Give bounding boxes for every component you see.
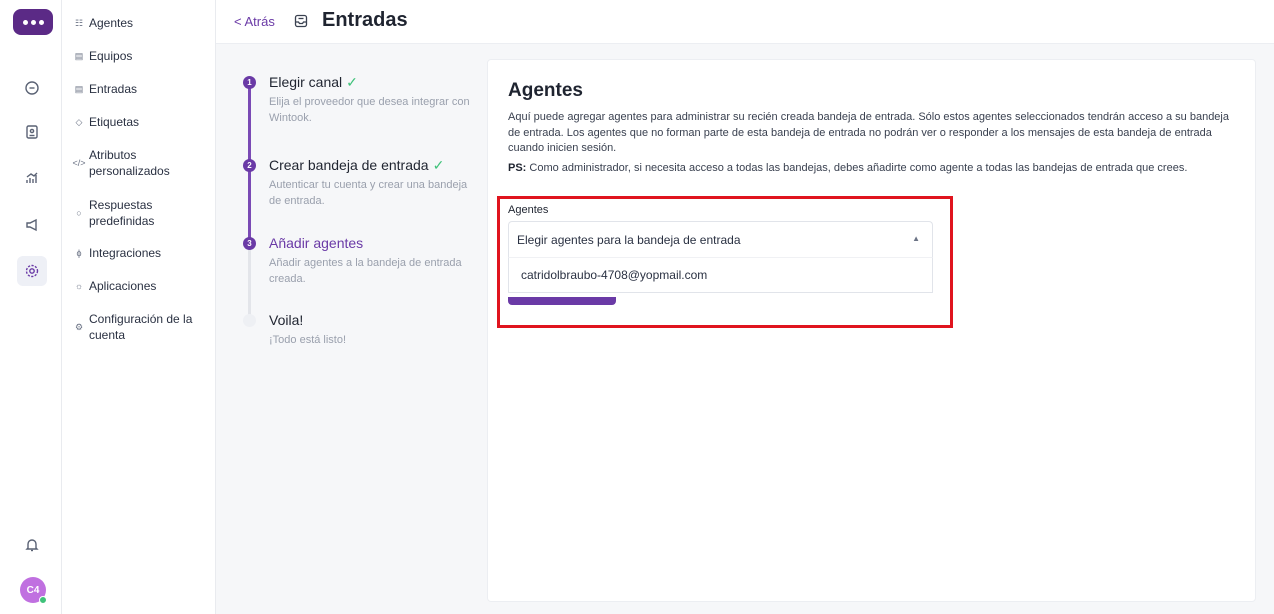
annotation-highlight-box bbox=[497, 196, 953, 328]
step-title: Elegir canal ✓ bbox=[269, 74, 358, 90]
integration-icon: ϕ bbox=[76, 248, 82, 258]
menu-item-equipos[interactable]: ▤ Equipos bbox=[74, 48, 210, 64]
step-number: 4 bbox=[243, 314, 256, 327]
user-avatar[interactable]: C4 bbox=[20, 577, 47, 604]
menu-item-label: Agentes bbox=[89, 16, 134, 30]
online-status-indicator bbox=[39, 596, 47, 604]
tag-icon: ◇ bbox=[75, 117, 83, 127]
apps-icon: ☼ bbox=[74, 281, 84, 291]
step-number: 1 bbox=[243, 76, 256, 89]
menu-item-label: Respuestas predefinidas bbox=[89, 198, 155, 228]
menu-item-label: Atributos personalizados bbox=[89, 148, 170, 178]
contacts-icon[interactable] bbox=[17, 117, 47, 147]
card-title: Agentes bbox=[508, 80, 583, 101]
menu-item-label: Aplicaciones bbox=[89, 279, 157, 293]
app-logo-icon[interactable] bbox=[13, 9, 53, 35]
step-number: 3 bbox=[243, 237, 256, 250]
primary-nav-rail: C4 bbox=[0, 0, 62, 614]
inbox-icon bbox=[294, 14, 308, 28]
page-title: Entradas bbox=[322, 9, 408, 31]
page-header: < Atrás Entradas bbox=[216, 0, 1274, 44]
menu-item-etiquetas[interactable]: ◇ Etiquetas bbox=[74, 114, 210, 130]
step-description: ¡Todo está listo! bbox=[269, 334, 347, 346]
check-icon: ✓ bbox=[346, 74, 358, 90]
settings-menu: ☷ Agentes ▤ Equipos ▤ Entradas ◇ Etiquet… bbox=[62, 0, 216, 614]
card-ps-note: PS: Como administrador, si necesita acce… bbox=[508, 161, 1243, 177]
canned-response-icon: ○ bbox=[76, 208, 82, 218]
step-description: Añadir agentes a la bandeja de entrada c… bbox=[269, 257, 462, 285]
notification-bell-icon[interactable] bbox=[17, 530, 47, 560]
menu-item-label: Entradas bbox=[89, 82, 138, 96]
ps-label: PS: bbox=[508, 162, 527, 174]
menu-item-aplicaciones[interactable]: ☼ Aplicaciones bbox=[74, 278, 210, 294]
avatar-initials: C4 bbox=[26, 584, 40, 596]
menu-item-label: Equipos bbox=[89, 49, 133, 63]
back-button[interactable]: < Atrás bbox=[234, 14, 275, 29]
settings-icon[interactable] bbox=[17, 256, 47, 286]
menu-item-respuestas[interactable]: ○ Respuestas predefinidas bbox=[74, 197, 210, 229]
menu-item-entradas[interactable]: ▤ Entradas bbox=[74, 81, 210, 97]
agents-card: Agentes Aquí puede agregar agentes para … bbox=[487, 59, 1256, 602]
campaigns-icon[interactable] bbox=[17, 210, 47, 240]
step-number: 2 bbox=[243, 159, 256, 172]
step-title: Crear bandeja de entrada ✓ bbox=[269, 157, 445, 173]
menu-item-atributos[interactable]: </> Atributos personalizados bbox=[72, 147, 210, 179]
step-description: Autenticar tu cuenta y crear una bandeja… bbox=[269, 179, 468, 207]
step-description: Elija el proveedor que desea integrar co… bbox=[269, 96, 470, 124]
menu-item-agentes[interactable]: ☷ Agentes bbox=[74, 15, 210, 31]
chat-icon[interactable] bbox=[17, 73, 47, 103]
account-settings-icon: ⚙ bbox=[74, 322, 84, 332]
step-title: Voila! bbox=[269, 312, 304, 328]
menu-item-configuracion[interactable]: ⚙ Configuración de la cuenta bbox=[74, 311, 210, 343]
menu-item-label: Configuración de la cuenta bbox=[89, 312, 193, 342]
reports-icon[interactable] bbox=[17, 163, 47, 193]
teams-icon: ▤ bbox=[74, 51, 84, 61]
menu-item-label: Integraciones bbox=[89, 246, 162, 260]
step-title: Añadir agentes bbox=[269, 235, 364, 251]
check-icon: ✓ bbox=[432, 157, 445, 173]
card-description: Aquí puede agregar agentes para administ… bbox=[508, 111, 1229, 154]
menu-item-label: Etiquetas bbox=[89, 115, 140, 129]
code-icon: </> bbox=[72, 158, 86, 168]
menu-item-integraciones[interactable]: ϕ Integraciones bbox=[74, 245, 210, 261]
agents-icon: ☷ bbox=[74, 18, 84, 28]
setup-steps: 1 Elegir canal ✓ Elija el proveedor que d… bbox=[232, 60, 482, 360]
inbox-icon: ▤ bbox=[74, 84, 84, 94]
ps-text: Como administrador, si necesita acceso a… bbox=[526, 162, 1188, 174]
